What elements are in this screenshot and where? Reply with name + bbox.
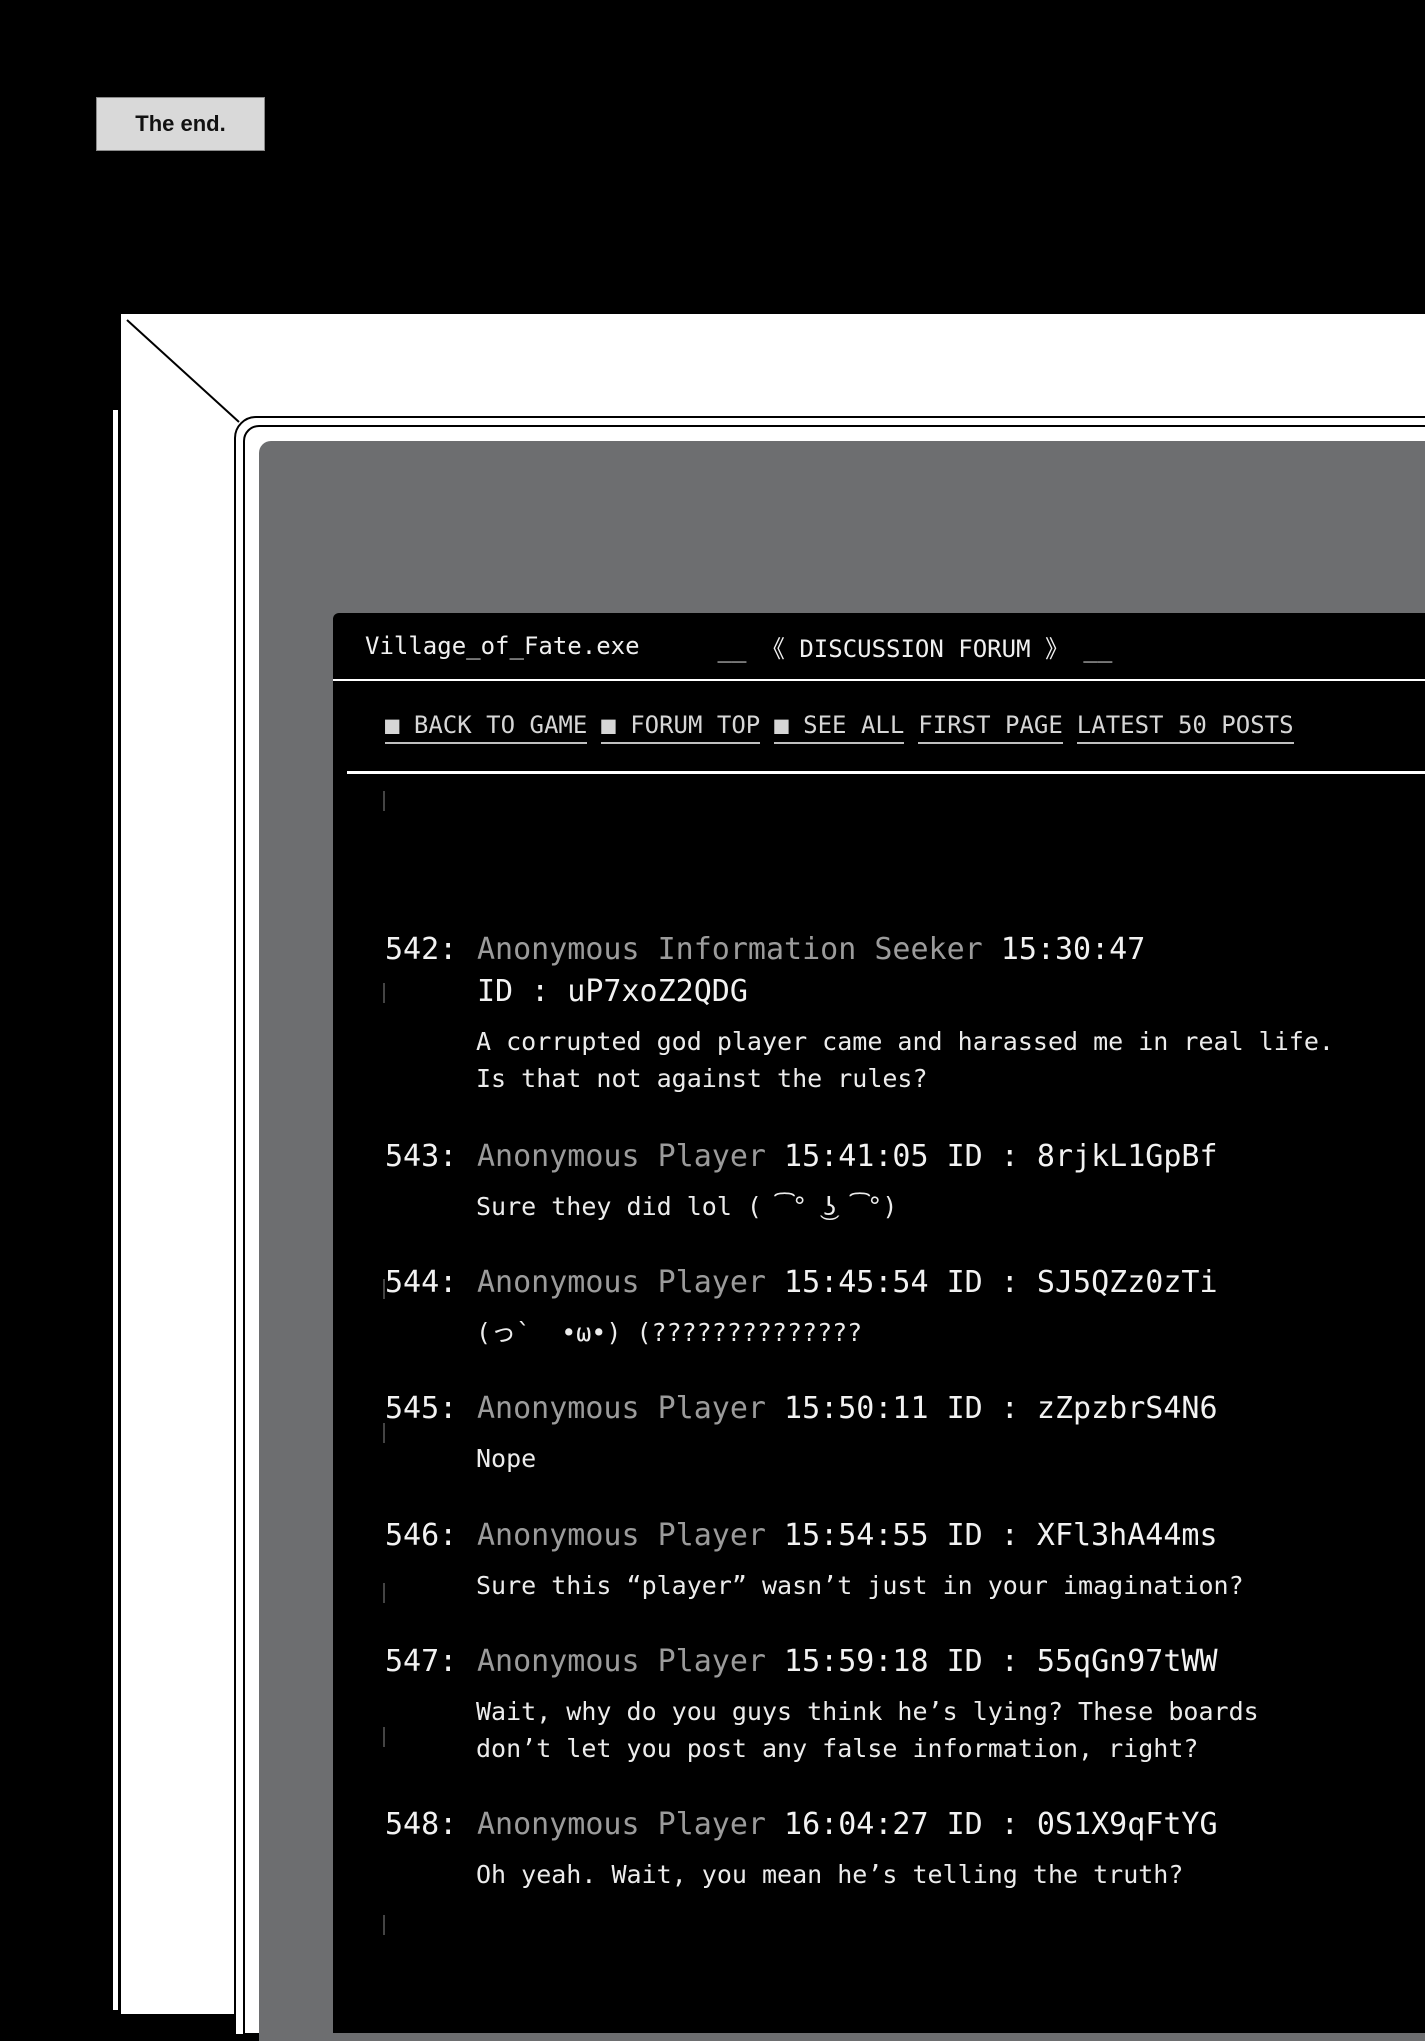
panel-edge — [113, 410, 118, 2010]
post-number: 546: — [385, 1518, 458, 1553]
forum-post: 542: Anonymous Information Seeker 15:30:4… — [385, 929, 1425, 1097]
post-body: Nope — [476, 1444, 537, 1473]
post-number: 543: — [385, 1139, 458, 1174]
poster-name: Anonymous Player — [477, 1265, 766, 1300]
caption-text: The end. — [135, 111, 226, 136]
forum-top-link[interactable]: ■ FORUM TOP — [601, 711, 761, 744]
title-bar: Village_of_Fate.exe __ 《 DISCUSSION FORU… — [333, 613, 1425, 681]
post-time: 16:04:27 — [784, 1807, 929, 1842]
post-header: 547: Anonymous Player 15:59:18 ID : 55qGn… — [385, 1641, 1425, 1683]
poster-id: ID : 55qGn97tWW — [946, 1644, 1218, 1679]
post-body: Sure this “player” wasn’t just in your i… — [476, 1571, 1244, 1600]
post-number: 547: — [385, 1644, 458, 1679]
forum-post: 543: Anonymous Player 15:41:05 ID : 8rjkL… — [385, 1136, 1425, 1225]
scroll-tick — [383, 791, 385, 811]
poster-id: ID : XFl3hA44ms — [946, 1518, 1218, 1553]
poster-name: Anonymous Player — [477, 1139, 766, 1174]
post-number: 548: — [385, 1807, 458, 1842]
post-body: Wait, why do you guys think he’s lying? … — [476, 1697, 1259, 1763]
perspective-line — [126, 319, 240, 423]
poster-id: ID : SJ5QZz0zTi — [946, 1265, 1218, 1300]
post-time: 15:59:18 — [784, 1644, 929, 1679]
back-to-game-link[interactable]: ■ BACK TO GAME — [385, 711, 588, 744]
post-body: Sure they did lol ( ͡° ͜ʖ ͡°) — [476, 1192, 898, 1221]
forum-nav: ■ BACK TO GAME ■ FORUM TOP ■ SEE ALL FIR… — [333, 681, 1425, 773]
post-header: 542: Anonymous Information Seeker 15:30:4… — [385, 929, 1425, 971]
poster-id: ID : uP7xoZ2QDG — [477, 974, 748, 1009]
poster-name: Anonymous Player — [477, 1807, 766, 1842]
poster-id: ID : 0S1X9qFtYG — [946, 1807, 1218, 1842]
latest-50-posts-link[interactable]: LATEST 50 POSTS — [1076, 711, 1294, 744]
post-header: 543: Anonymous Player 15:41:05 ID : 8rjkL… — [385, 1136, 1425, 1178]
poster-name: Anonymous Player — [477, 1644, 766, 1679]
post-header: 545: Anonymous Player 15:50:11 ID : zZpzb… — [385, 1388, 1425, 1430]
poster-name: Anonymous Information Seeker — [477, 932, 983, 967]
post-number: 545: — [385, 1391, 458, 1426]
forum-title: __ 《 DISCUSSION FORUM 》 __ — [717, 634, 1113, 663]
first-page-link[interactable]: FIRST PAGE — [918, 711, 1063, 744]
post-time: 15:30:47 — [1000, 932, 1146, 967]
post-body: Oh yeah. Wait, you mean he’s telling the… — [476, 1860, 1184, 1889]
forum-post: 547: Anonymous Player 15:59:18 ID : 55qGn… — [385, 1641, 1425, 1767]
poster-name: Anonymous Player — [477, 1518, 766, 1553]
post-time: 15:50:11 — [784, 1391, 929, 1426]
post-body: A corrupted god player came and harassed… — [476, 1027, 1334, 1093]
post-number: 542: — [385, 932, 458, 967]
forum-post: 544: Anonymous Player 15:45:54 ID : SJ5QZ… — [385, 1262, 1425, 1351]
post-time: 15:45:54 — [784, 1265, 929, 1300]
post-time: 15:41:05 — [784, 1139, 929, 1174]
caption-box: The end. — [96, 97, 265, 151]
forum-post: 545: Anonymous Player 15:50:11 ID : zZpzb… — [385, 1388, 1425, 1477]
post-header: 548: Anonymous Player 16:04:27 ID : 0S1X9… — [385, 1804, 1425, 1846]
post-body: (っ` •ω•) (?????????????? — [476, 1318, 863, 1347]
forum-post: 548: Anonymous Player 16:04:27 ID : 0S1X9… — [385, 1804, 1425, 1893]
post-header: 544: Anonymous Player 15:45:54 ID : SJ5QZ… — [385, 1262, 1425, 1304]
poster-name: Anonymous Player — [477, 1391, 766, 1426]
nav-divider — [347, 771, 1425, 774]
app-name: Village_of_Fate.exe — [365, 632, 640, 660]
post-number: 544: — [385, 1265, 458, 1300]
scroll-tick — [383, 1915, 385, 1935]
poster-id: ID : zZpzbrS4N6 — [946, 1391, 1218, 1426]
see-all-link[interactable]: ■ SEE ALL — [774, 711, 905, 744]
post-time: 15:54:55 — [784, 1518, 929, 1553]
post-header: 546: Anonymous Player 15:54:55 ID : XFl3h… — [385, 1515, 1425, 1557]
forum-window: Village_of_Fate.exe __ 《 DISCUSSION FORU… — [333, 613, 1425, 2033]
poster-id: ID : 8rjkL1GpBf — [946, 1139, 1218, 1174]
forum-post: 546: Anonymous Player 15:54:55 ID : XFl3h… — [385, 1515, 1425, 1604]
